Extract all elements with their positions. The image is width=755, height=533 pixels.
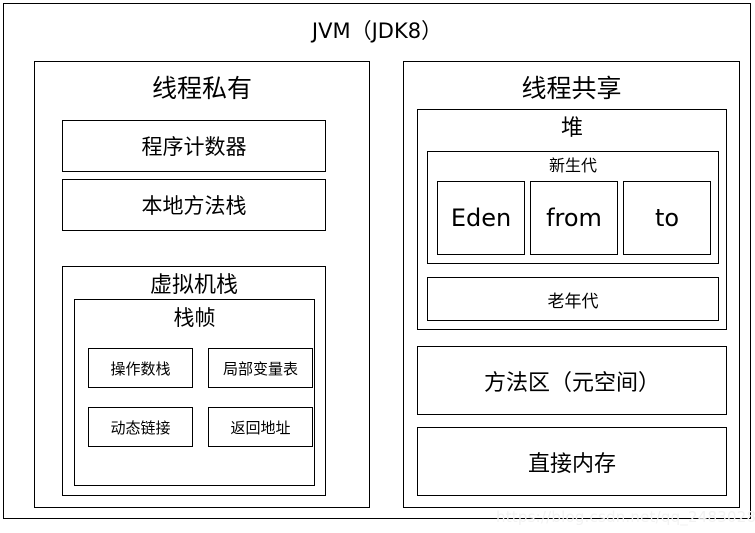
pc-register-label: 程序计数器: [141, 135, 247, 159]
jvm-outer-frame: JVM（JDK8） 线程私有 程序计数器 本地方法栈 虚拟机栈 栈帧 操作数栈: [3, 3, 751, 519]
thread-private-title: 线程私有: [151, 74, 252, 103]
heap-box: 堆 新生代 Eden from to 老年代: [417, 109, 727, 330]
stack-frame-box: 栈帧 操作数栈 局部变量表 动态链接 返回地址: [74, 299, 315, 486]
operand-stack-label: 操作数栈: [110, 359, 171, 378]
dynamic-link-box: 动态链接: [88, 407, 193, 447]
local-variable-table-label: 局部变量表: [222, 359, 298, 378]
pc-register-box: 程序计数器: [62, 120, 326, 172]
eden-space-label: Eden: [450, 204, 512, 232]
dynamic-link-label: 动态链接: [110, 418, 171, 437]
eden-space-box: Eden: [437, 181, 525, 255]
thread-shared-title: 线程共享: [521, 74, 622, 103]
direct-memory-label: 直接内存: [527, 451, 616, 477]
young-generation-title: 新生代: [548, 156, 597, 175]
survivor-to-box: to: [623, 181, 711, 255]
operand-stack-box: 操作数栈: [88, 348, 193, 388]
thread-shared-panel: 线程共享 堆 新生代 Eden from to 老年代 方法区（元空间） 直接内…: [403, 61, 740, 508]
native-method-stack-box: 本地方法栈: [62, 179, 326, 231]
return-address-label: 返回地址: [230, 418, 291, 437]
survivor-to-label: to: [654, 204, 680, 232]
old-generation-box: 老年代: [427, 277, 719, 321]
young-generation-box: 新生代 Eden from to: [427, 151, 719, 264]
return-address-box: 返回地址: [208, 407, 313, 447]
diagram-title: JVM（JDK8）: [311, 19, 443, 43]
native-method-stack-label: 本地方法栈: [141, 194, 247, 218]
source-watermark: https://blog.csdn.net/qq_24830283: [496, 508, 755, 526]
direct-memory-box: 直接内存: [417, 427, 727, 496]
stack-frame-title: 栈帧: [173, 306, 216, 330]
heap-title: 堆: [560, 116, 583, 141]
old-generation-label: 老年代: [547, 291, 599, 312]
survivor-from-label: from: [546, 204, 602, 232]
vm-stack-box: 虚拟机栈 栈帧 操作数栈 局部变量表 动态链接 返回地址: [62, 266, 326, 496]
thread-private-panel: 线程私有 程序计数器 本地方法栈 虚拟机栈 栈帧 操作数栈 局部变量表 动态链接…: [34, 61, 370, 508]
survivor-from-box: from: [530, 181, 618, 255]
method-area-box: 方法区（元空间）: [417, 346, 727, 415]
method-area-label: 方法区（元空间）: [483, 370, 660, 396]
jvm-memory-diagram: JVM（JDK8） 线程私有 程序计数器 本地方法栈 虚拟机栈 栈帧 操作数栈: [0, 0, 755, 533]
vm-stack-title: 虚拟机栈: [149, 273, 238, 298]
local-variable-table-box: 局部变量表: [208, 348, 313, 388]
